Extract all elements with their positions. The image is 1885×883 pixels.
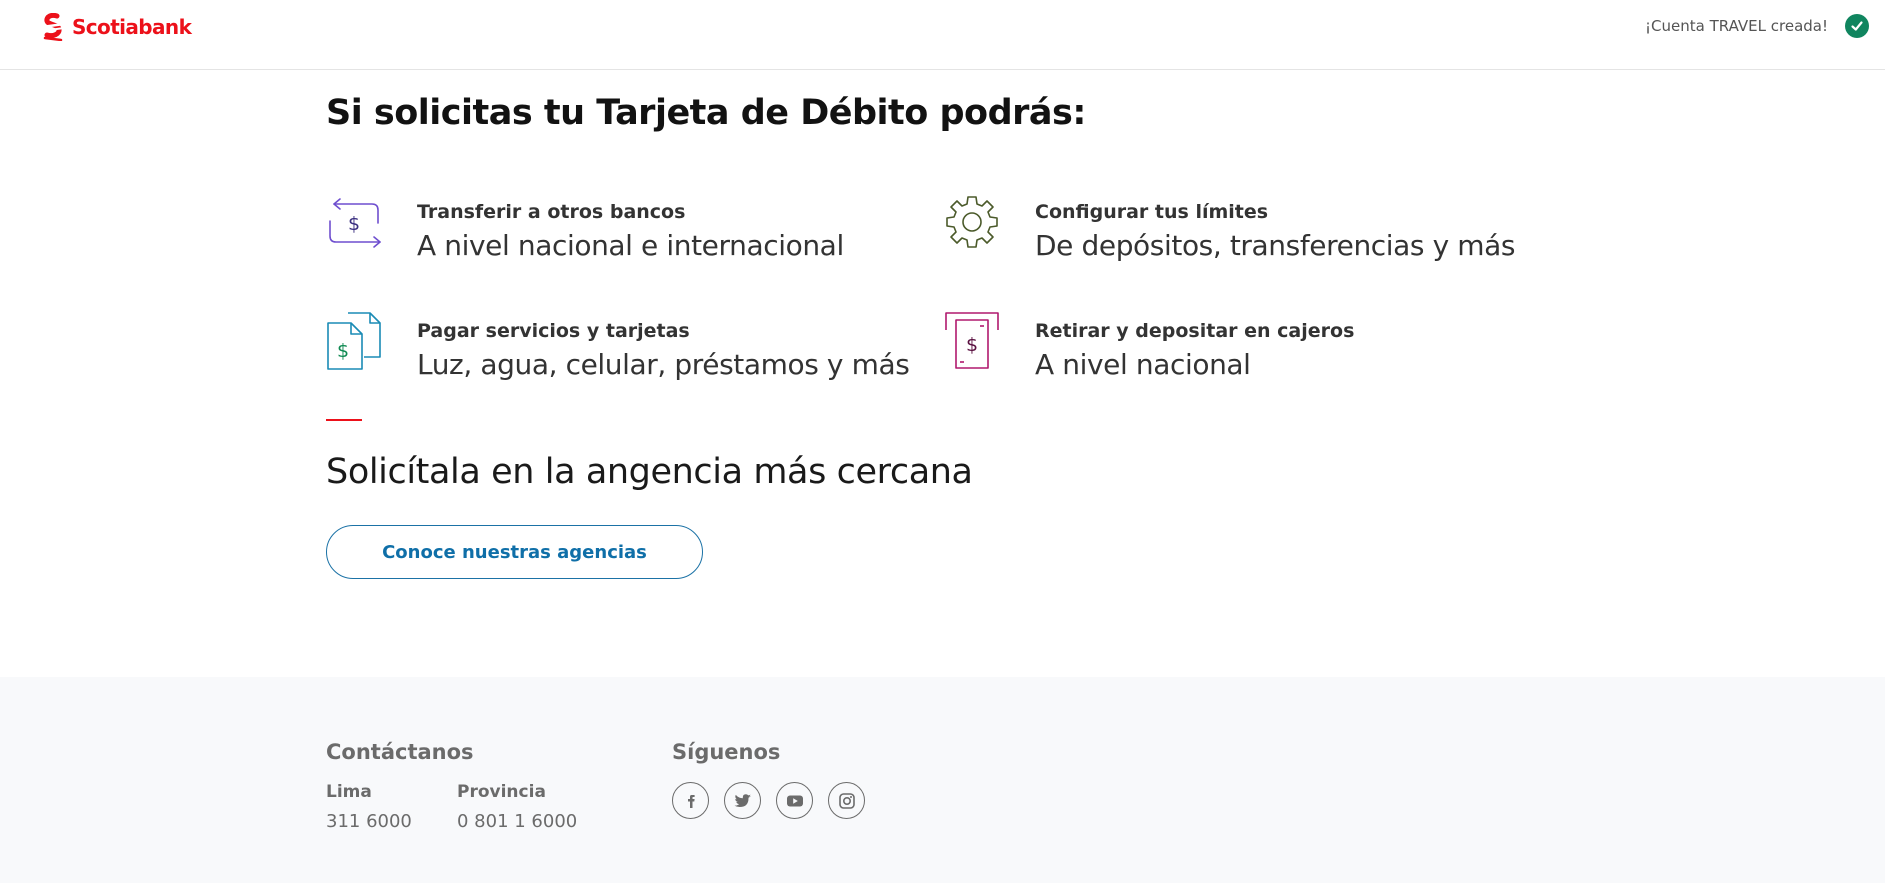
facebook-icon[interactable]: [672, 782, 709, 819]
youtube-icon[interactable]: [776, 782, 813, 819]
svg-text:$: $: [348, 213, 360, 235]
top-header: Scotiabank ¡Cuenta TRAVEL creada!: [0, 0, 1885, 70]
feature-atm-text: Retirar y depositar en cajeros A nivel n…: [1035, 319, 1354, 383]
feature-limits: Configurar tus límites De depósitos, tra…: [944, 192, 1516, 264]
feature-description: Luz, agua, celular, préstamos y más: [417, 348, 910, 381]
account-status-text: ¡Cuenta TRAVEL creada!: [1645, 17, 1828, 35]
follow-heading: Síguenos: [672, 740, 781, 764]
section-divider: [326, 419, 362, 421]
contact-city-lima: Lima: [326, 782, 372, 802]
contact-city-provincia: Provincia: [457, 782, 546, 802]
feature-atm: $ Retirar y depositar en cajeros A nivel…: [944, 311, 1354, 383]
svg-text:$: $: [337, 340, 349, 362]
feature-payments: $ Pagar servicios y tarjetas Luz, agua, …: [326, 311, 910, 383]
feature-title: Configurar tus límites: [1035, 201, 1269, 223]
contact-phone-provincia[interactable]: 0 801 1 6000: [457, 811, 577, 832]
feature-description: De depósitos, transferencias y más: [1035, 229, 1516, 262]
feature-limits-text: Configurar tus límites De depósitos, tra…: [1035, 200, 1516, 264]
account-status: ¡Cuenta TRAVEL creada!: [1645, 14, 1869, 38]
transfer-dollar-icon: $: [329, 198, 381, 248]
svg-text:$: $: [966, 334, 978, 356]
brand-name: Scotiabank: [72, 15, 192, 39]
check-circle-icon: [1845, 14, 1869, 38]
feature-title: Retirar y depositar en cajeros: [1035, 320, 1355, 342]
agency-subtitle: Solicítala en la angencia más cercana: [326, 452, 973, 492]
page-title: Si solicitas tu Tarjeta de Débito podrás…: [326, 93, 1086, 133]
atm-cash-icon: $: [945, 312, 999, 369]
feature-transfer: $ Transferir a otros bancos A nivel naci…: [326, 192, 844, 264]
scotiabank-logo-icon: [41, 13, 65, 41]
footer: Contáctanos Lima 311 6000 Provincia 0 80…: [0, 677, 1885, 883]
feature-description: A nivel nacional e internacional: [417, 229, 844, 262]
contact-heading: Contáctanos: [326, 740, 474, 764]
feature-description: A nivel nacional: [1035, 348, 1251, 381]
feature-payments-text: Pagar servicios y tarjetas Luz, agua, ce…: [417, 319, 910, 383]
scotiabank-logo[interactable]: Scotiabank: [40, 13, 192, 41]
feature-title: Pagar servicios y tarjetas: [417, 320, 690, 342]
bill-document-icon: $: [327, 312, 381, 370]
find-agencies-button[interactable]: Conoce nuestras agencias: [326, 525, 703, 579]
twitter-icon[interactable]: [724, 782, 761, 819]
feature-transfer-text: Transferir a otros bancos A nivel nacion…: [417, 200, 844, 264]
instagram-icon[interactable]: [828, 782, 865, 819]
gear-icon: [946, 196, 998, 248]
contact-phone-lima[interactable]: 311 6000: [326, 811, 412, 832]
feature-title: Transferir a otros bancos: [417, 201, 686, 223]
